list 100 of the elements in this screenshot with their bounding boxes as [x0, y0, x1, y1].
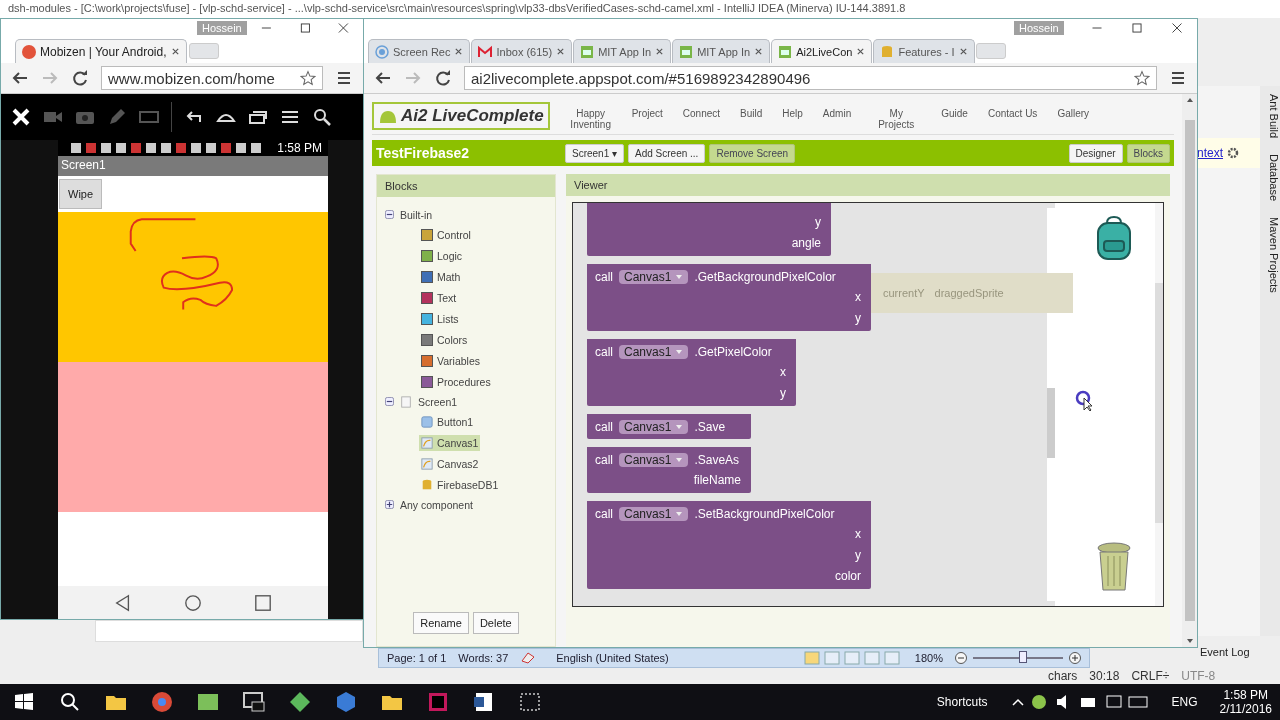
diamond-icon[interactable] [288, 690, 312, 714]
selection-icon[interactable] [518, 690, 542, 714]
menu-icon[interactable] [1169, 69, 1187, 87]
proofing-icon[interactable] [520, 651, 537, 665]
wipe-button[interactable]: Wipe [59, 179, 103, 209]
tree-item[interactable]: Variables [419, 352, 482, 369]
terminal-icon[interactable] [242, 690, 266, 714]
component-dropdown[interactable]: Canvas1 [619, 345, 689, 359]
code-block[interactable]: call Canvas1 .GetPixelColor x y [587, 339, 796, 406]
browser-tab[interactable]: Screen Rec [368, 39, 471, 63]
close-tab-icon[interactable] [170, 47, 180, 56]
menu-item[interactable]: My Projects [871, 108, 922, 130]
clock-time[interactable]: 1:58 PM [1223, 688, 1269, 702]
menu-item[interactable]: Contact Us [987, 108, 1038, 130]
component-dropdown[interactable]: Canvas1 [619, 420, 689, 434]
mode-button[interactable]: Blocks [1126, 143, 1170, 163]
tree-item[interactable]: Built-in [400, 208, 433, 221]
trash-icon[interactable] [1094, 540, 1134, 594]
scrollbar-thumb[interactable] [1184, 120, 1195, 621]
close-tab-icon[interactable] [856, 47, 866, 56]
close-tab-icon[interactable] [454, 47, 464, 56]
code-block[interactable]: call Canvas1 .SetBackgroundPixelColor x y color [587, 501, 871, 589]
reload-button[interactable] [434, 69, 452, 87]
tree-item[interactable]: Any component [400, 498, 473, 511]
close-tab-icon[interactable] [958, 47, 968, 56]
context-link[interactable]: ntext [1197, 146, 1223, 160]
clock-date[interactable]: 2/11/2016 [1219, 702, 1272, 716]
pencil-icon[interactable] [107, 107, 127, 127]
scrollbar-thumb[interactable] [1047, 388, 1055, 458]
page-count[interactable]: Page: 1 of 1 [387, 652, 447, 664]
tree-item[interactable]: Colors [419, 331, 470, 348]
menu-item[interactable]: Guide [941, 108, 968, 130]
scrollbar[interactable] [1155, 203, 1163, 606]
word-count[interactable]: Words: 37 [458, 652, 509, 664]
browser-tab[interactable]: MIT App In [672, 39, 771, 63]
blocks-workspace[interactable] [572, 202, 1164, 607]
rename-button[interactable]: Rename [413, 612, 469, 634]
search-icon[interactable] [312, 107, 332, 127]
recent-apps-icon[interactable] [254, 593, 272, 612]
zoom-out-button[interactable] [955, 652, 967, 664]
collapse-icon[interactable] [385, 397, 394, 406]
expand-icon[interactable] [385, 500, 394, 509]
cube-icon[interactable] [334, 690, 358, 714]
tree-item[interactable]: Text [419, 289, 459, 306]
code-block[interactable]: call Canvas1 .Save [587, 414, 751, 439]
tree-item[interactable]: Screen1 [418, 395, 458, 408]
browser-tab[interactable]: Inbox (615) [471, 39, 573, 63]
event-log-button[interactable]: Event Log [1200, 646, 1250, 658]
browser-icon[interactable] [150, 690, 174, 714]
toolbar-label[interactable]: Shortcuts [936, 695, 988, 709]
address-bar[interactable]: www.mobizen.com/home [101, 66, 323, 90]
code-block[interactable]: call Canvas1 .GetBackgroundPixelColor x y [587, 264, 871, 331]
scroll-down-icon[interactable] [1185, 638, 1194, 644]
back-icon[interactable] [114, 593, 132, 612]
menu-item[interactable]: Project [631, 108, 663, 130]
browser-tab[interactable]: Ai2LiveCon [771, 39, 873, 63]
tree-item[interactable]: Logic [419, 247, 465, 264]
component-dropdown[interactable]: Canvas1 [619, 453, 689, 467]
code-block[interactable]: y angle [587, 203, 831, 256]
bookmark-star-icon[interactable] [300, 70, 316, 86]
tree-item[interactable]: Math [419, 268, 463, 285]
tree-item[interactable]: Procedures [419, 373, 493, 390]
tree-item[interactable]: Canvas1 [419, 434, 481, 451]
tree-item[interactable]: FirebaseDB1 [419, 476, 501, 493]
browser-tab[interactable]: MIT App In [573, 39, 672, 63]
code-block[interactable]: call Canvas1 .SaveAs fileName [587, 447, 751, 493]
delete-button[interactable]: Delete [472, 612, 519, 634]
close-tab-icon[interactable] [754, 47, 764, 56]
tool-window-tab[interactable]: Maven Projects [1260, 217, 1280, 293]
collapse-icon[interactable] [385, 210, 394, 219]
home-icon[interactable] [184, 593, 202, 612]
tool-window-tab[interactable]: Database [1260, 154, 1280, 202]
close-icon[interactable] [11, 107, 31, 127]
reload-button[interactable] [71, 69, 89, 87]
tree-item[interactable]: Canvas2 [419, 455, 481, 472]
bookmark-star-icon[interactable] [1134, 70, 1150, 86]
menu-item[interactable]: Gallery [1057, 108, 1090, 130]
browser-tab[interactable]: Features - I [873, 39, 975, 63]
screen-dropdown[interactable]: Screen1 ▾ [565, 143, 625, 163]
close-tab-icon[interactable] [556, 47, 566, 56]
menu-item[interactable]: Admin [822, 108, 852, 130]
menu-item[interactable]: Connect [682, 108, 721, 130]
add-screen-button[interactable]: Add Screen ... [628, 143, 706, 163]
language-status[interactable]: English (United States) [556, 652, 669, 664]
scroll-up-icon[interactable] [1185, 97, 1194, 103]
zoom-level[interactable]: 180% [914, 652, 943, 664]
tool-window-tab[interactable]: Ant Build [1260, 94, 1280, 139]
input-language[interactable]: ENG [1171, 695, 1198, 709]
tree-item[interactable]: Button1 [419, 413, 476, 430]
close-tab-icon[interactable] [655, 47, 665, 56]
mode-button[interactable]: Designer [1068, 143, 1123, 163]
tree-item[interactable]: Control [419, 226, 473, 243]
tree-item[interactable]: Lists [419, 310, 461, 327]
component-dropdown[interactable]: Canvas1 [619, 507, 689, 521]
browser-tab[interactable]: Mobizen | Your Android, [15, 39, 187, 63]
menu-item[interactable]: Build [740, 108, 763, 130]
site-logo[interactable]: Ai2 LiveComplete [372, 102, 550, 130]
menu-item[interactable]: Help [782, 108, 803, 130]
menu-icon[interactable] [335, 69, 353, 87]
backpack-icon[interactable] [1094, 215, 1134, 261]
